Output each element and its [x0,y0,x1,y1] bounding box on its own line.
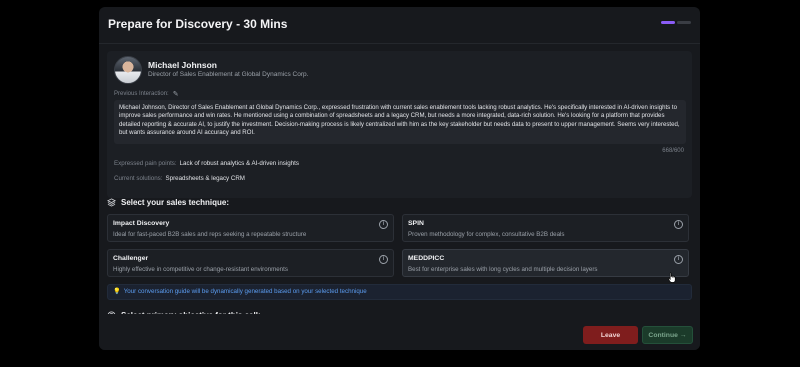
previous-interaction-textarea[interactable]: Michael Johnson, Director of Sales Enabl… [114,100,686,144]
progress-step-1 [661,21,675,24]
prepare-modal: Prepare for Discovery - 30 Mins Michael … [99,7,700,350]
technique-note-text: Your conversation guide will be dynamica… [123,288,367,295]
technique-heading-text: Select your sales technique: [121,198,230,207]
continue-button[interactable]: Continue → [642,326,693,344]
lightbulb-icon: 💡 [113,288,121,295]
technique-card-meddpicc[interactable]: MEDDPICC Best for enterprise sales with … [402,249,689,277]
card-title: SPIN [408,220,424,227]
card-description: Best for enterprise sales with long cycl… [408,266,598,273]
progress-step-2 [677,21,691,24]
card-description: Proven methodology for complex, consulta… [408,231,565,238]
current-solutions-row: Current solutions: Spreadsheets & legacy … [114,175,245,182]
current-solutions-label: Current solutions: [114,175,163,182]
card-title: MEDDPICC [408,255,445,262]
header-divider [99,43,700,44]
card-description: Ideal for fast-paced B2B sales and reps … [113,231,307,238]
previous-interaction-label: Previous Interaction: ✎ [114,90,179,98]
info-icon[interactable]: i [674,220,683,229]
leave-button[interactable]: Leave [583,326,638,344]
card-title: Challenger [113,255,149,262]
info-icon[interactable]: i [379,255,388,264]
step-progress [661,21,691,24]
pain-points-value: Lack of robust analytics & AI-driven ins… [179,160,299,167]
layers-icon [107,198,116,207]
info-icon[interactable]: i [379,220,388,229]
info-icon[interactable]: i [674,255,683,264]
mouse-pointer-icon [668,272,676,283]
technique-info-note: 💡 Your conversation guide will be dynamic… [107,284,692,300]
technique-heading: Select your sales technique: [107,198,229,207]
contact-role: Director of Sales Enablement at Global D… [148,71,309,78]
contact-profile: Michael Johnson Director of Sales Enable… [107,51,692,198]
pain-points-row: Expressed pain points: Lack of robust ana… [114,160,299,167]
contact-name: Michael Johnson [148,60,217,70]
avatar [114,56,142,84]
modal-title: Prepare for Discovery - 30 Mins [108,17,288,31]
technique-card-impact-discovery[interactable]: Impact Discovery Ideal for fast-paced B2… [107,214,394,242]
technique-card-spin[interactable]: SPIN Proven methodology for complex, con… [402,214,689,242]
card-description: Highly effective in competitive or chang… [113,266,288,273]
previous-interaction-label-text: Previous Interaction: [114,91,169,97]
character-counter: 668/600 [662,148,684,154]
technique-card-challenger[interactable]: Challenger Highly effective in competiti… [107,249,394,277]
pain-points-label: Expressed pain points: [114,160,177,167]
current-solutions-value: Spreadsheets & legacy CRM [165,175,245,182]
edit-icon[interactable]: ✎ [173,90,179,98]
card-title: Impact Discovery [113,220,170,227]
